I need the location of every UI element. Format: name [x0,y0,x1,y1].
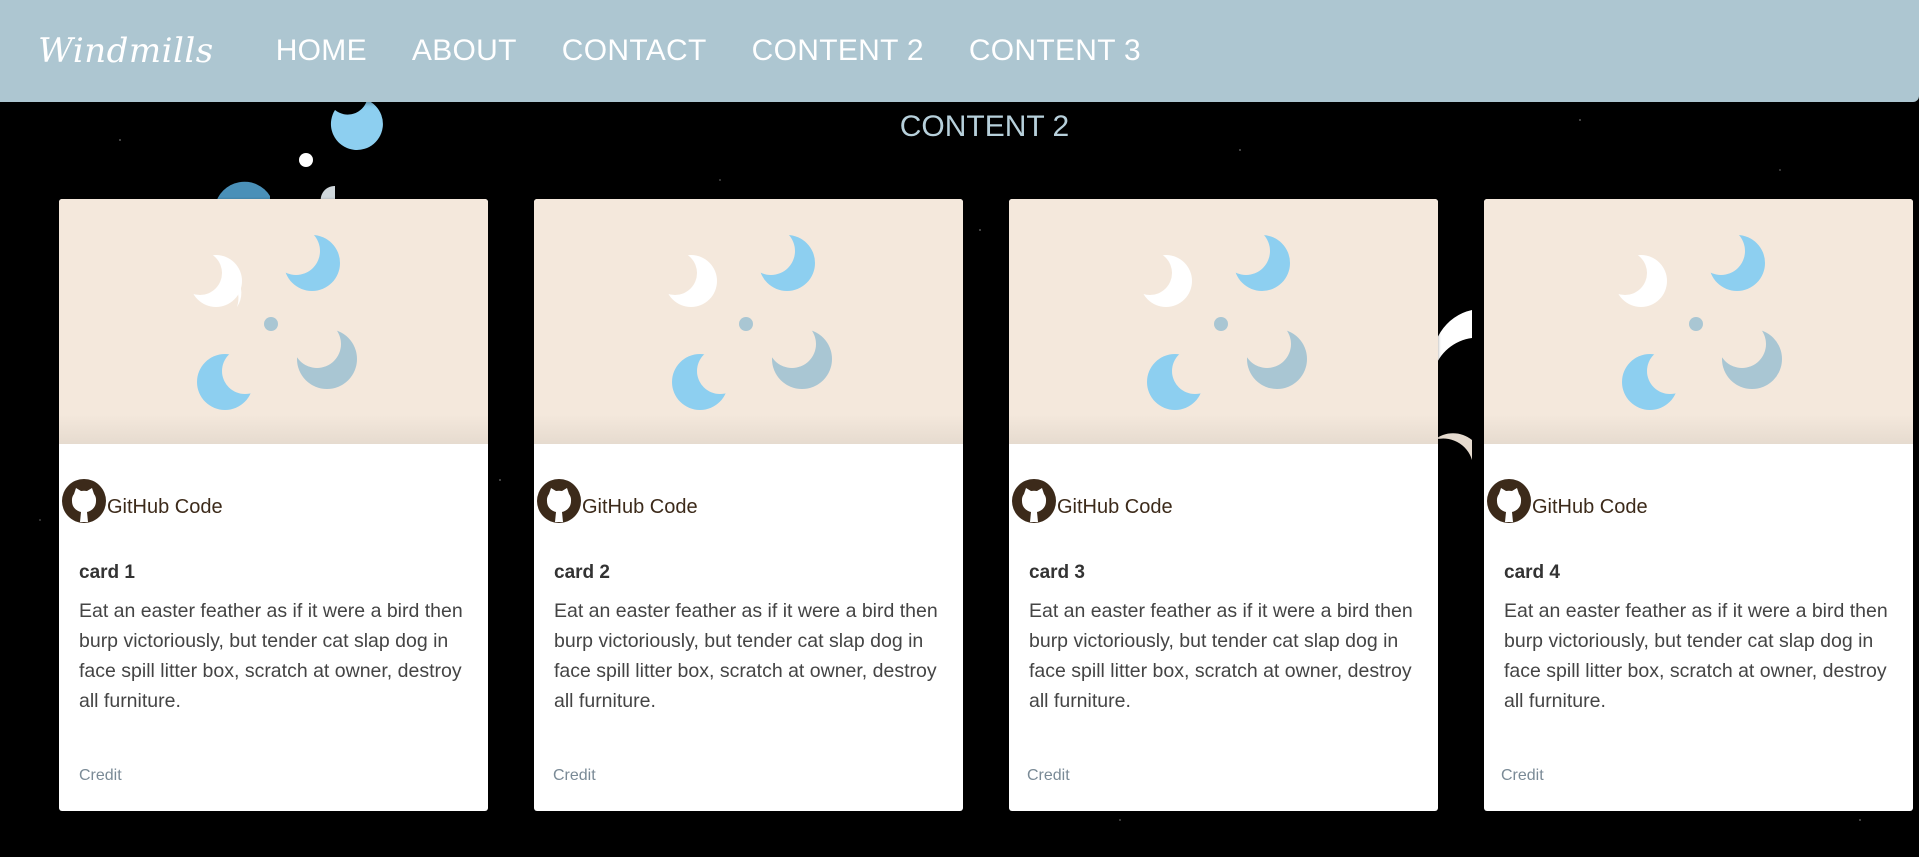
card-text: Eat an easter feather as if it were a bi… [554,600,938,712]
card-image [534,199,963,444]
brand-logo[interactable]: Windmills [38,31,214,71]
card-title: card 2 [554,562,610,583]
crescent-moon-pinwheel-icon [178,227,357,410]
card: GitHub Code card 4 Eat an easter feather… [1484,199,1913,811]
section-title: CONTENT 2 [899,110,1070,143]
github-link[interactable]: GitHub Code [536,478,698,524]
card-text: Eat an easter feather as if it were a bi… [1029,600,1413,712]
card: GitHub Code card 1 Eat an easter feather… [59,199,488,811]
crescent-moon-pinwheel-icon [1603,227,1782,410]
card-text: Eat an easter feather as if it were a bi… [79,600,463,712]
card-image [59,199,488,444]
background-crescent-decoration [215,90,383,206]
github-link[interactable]: GitHub Code [1486,478,1648,524]
nav-content-2-link[interactable]: CONTENT 2 [752,34,924,68]
nav-about-link[interactable]: ABOUT [412,34,517,68]
nav-home-link[interactable]: HOME [276,34,367,68]
card-title: card 4 [1504,562,1560,583]
github-link-label[interactable]: GitHub Code [1532,496,1648,519]
github-octocat-icon [1487,479,1531,523]
card-title: card 1 [79,562,135,583]
card-image [1484,199,1913,444]
github-link[interactable]: GitHub Code [61,478,223,524]
card: GitHub Code card 2 Eat an easter feather… [534,199,963,811]
card-title: card 3 [1029,562,1085,583]
github-link-label[interactable]: GitHub Code [1057,496,1173,519]
github-link[interactable]: GitHub Code [1011,478,1173,524]
card: GitHub Code card 3 Eat an easter feather… [1009,199,1438,811]
github-octocat-icon [62,479,106,523]
card-credit-link[interactable]: Credit [553,767,596,785]
card-credit-link[interactable]: Credit [1027,767,1070,785]
nav-contact-link[interactable]: CONTACT [562,34,707,68]
github-link-label[interactable]: GitHub Code [107,496,223,519]
card-credit-link[interactable]: Credit [79,767,122,785]
card-grid: GitHub Code card 1 Eat an easter feather… [59,199,1913,811]
card-text: Eat an easter feather as if it were a bi… [1504,600,1888,712]
github-link-label[interactable]: GitHub Code [582,496,698,519]
card-credit-link[interactable]: Credit [1501,767,1544,785]
top-navbar: Windmills HOME ABOUT CONTACT CONTENT 2 C… [0,0,1919,102]
crescent-moon-pinwheel-icon [653,227,832,410]
nav-content-3-link[interactable]: CONTENT 3 [969,34,1141,68]
github-octocat-icon [1012,479,1056,523]
crescent-moon-pinwheel-icon [1128,227,1307,410]
github-octocat-icon [537,479,581,523]
card-image [1009,199,1438,444]
